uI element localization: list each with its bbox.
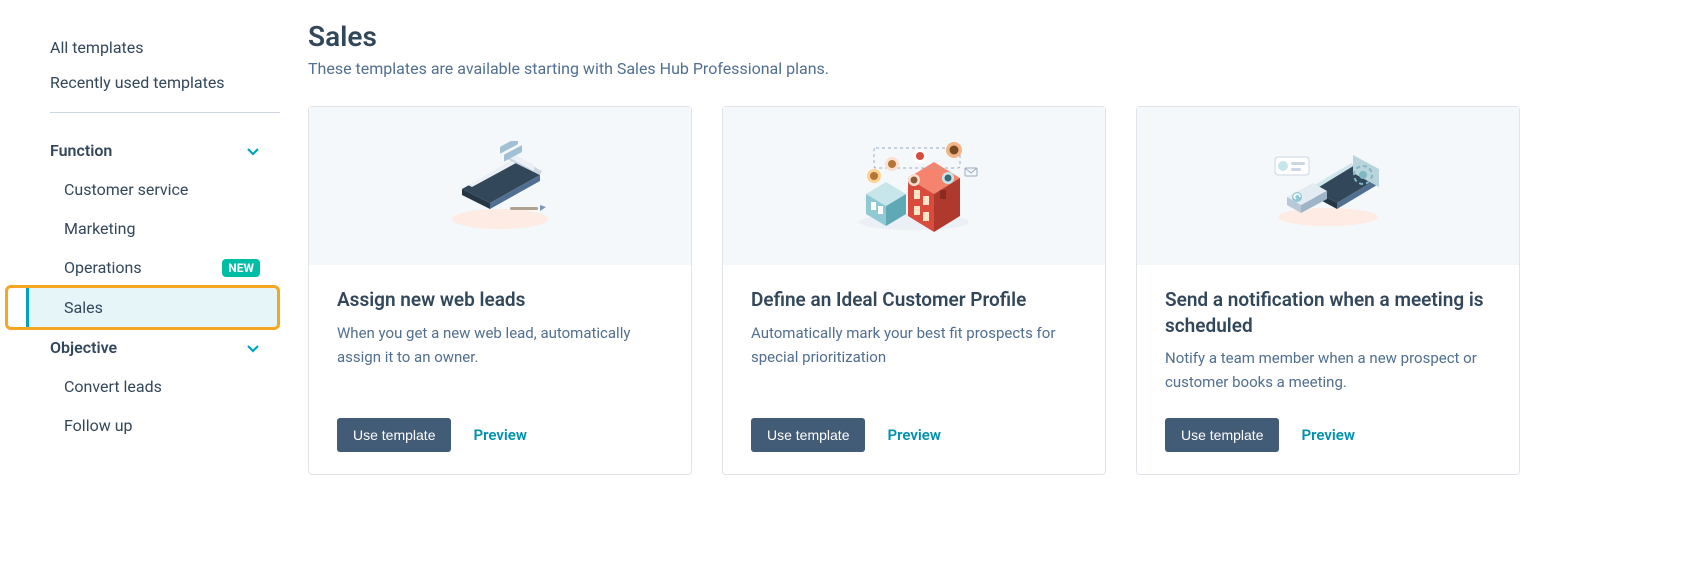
sidebar-item-label: Customer service (64, 180, 188, 199)
sidebar-divider (50, 112, 280, 113)
chevron-down-icon (246, 144, 260, 158)
chevron-down-icon (246, 341, 260, 355)
card-actions: Use template Preview (337, 418, 663, 452)
sidebar-item-label: Follow up (64, 416, 133, 435)
page-subtitle: These templates are available starting w… (308, 59, 1704, 78)
template-cards: Assign new web leads When you get a new … (308, 106, 1704, 475)
use-template-button[interactable]: Use template (337, 418, 451, 452)
use-template-button[interactable]: Use template (751, 418, 865, 452)
card-title: Define an Ideal Customer Profile (751, 287, 1077, 313)
card-actions: Use template Preview (1165, 418, 1491, 452)
sidebar-item-marketing[interactable]: Marketing (50, 209, 280, 248)
devices-illus (1137, 107, 1519, 265)
section-function[interactable]: Function (50, 131, 280, 170)
card-desc: Notify a team member when a new prospect… (1165, 346, 1491, 394)
sidebar-item-operations[interactable]: Operations NEW (50, 248, 280, 287)
sidebar-item-label: Convert leads (64, 377, 162, 396)
card-title: Assign new web leads (337, 287, 663, 313)
card-body: Define an Ideal Customer Profile Automat… (723, 265, 1105, 474)
preview-link[interactable]: Preview (887, 426, 940, 444)
highlight-ring (5, 285, 280, 330)
buildings-illus (723, 107, 1105, 265)
template-card: Send a notification when a meeting is sc… (1136, 106, 1520, 475)
preview-link[interactable]: Preview (1301, 426, 1354, 444)
use-template-button[interactable]: Use template (1165, 418, 1279, 452)
template-card: Define an Ideal Customer Profile Automat… (722, 106, 1106, 475)
sidebar-item-sales[interactable]: Sales (26, 287, 280, 328)
template-card: Assign new web leads When you get a new … (308, 106, 692, 475)
sidebar-item-label: Operations (64, 258, 142, 277)
section-function-label: Function (50, 141, 112, 160)
main-content: Sales These templates are available star… (280, 0, 1704, 475)
sidebar-item-label: Marketing (64, 219, 135, 238)
section-objective[interactable]: Objective (50, 328, 280, 367)
section-objective-label: Objective (50, 338, 117, 357)
laptop-illus (309, 107, 691, 265)
card-actions: Use template Preview (751, 418, 1077, 452)
sidebar-item-convert-leads[interactable]: Convert leads (50, 367, 280, 406)
nav-recently-used[interactable]: Recently used templates (50, 65, 280, 100)
card-title: Send a notification when a meeting is sc… (1165, 287, 1491, 338)
card-desc: Automatically mark your best fit prospec… (751, 321, 1077, 395)
card-desc: When you get a new web lead, automatical… (337, 321, 663, 395)
sidebar: All templates Recently used templates Fu… (0, 0, 280, 475)
sidebar-item-follow-up[interactable]: Follow up (50, 406, 280, 445)
preview-link[interactable]: Preview (473, 426, 526, 444)
sidebar-item-customer-service[interactable]: Customer service (50, 170, 280, 209)
card-body: Assign new web leads When you get a new … (309, 265, 691, 474)
page-title: Sales (308, 20, 1704, 53)
card-body: Send a notification when a meeting is sc… (1137, 265, 1519, 474)
sidebar-item-label: Sales (64, 298, 103, 317)
new-badge: NEW (222, 259, 260, 277)
nav-all-templates[interactable]: All templates (50, 30, 280, 65)
